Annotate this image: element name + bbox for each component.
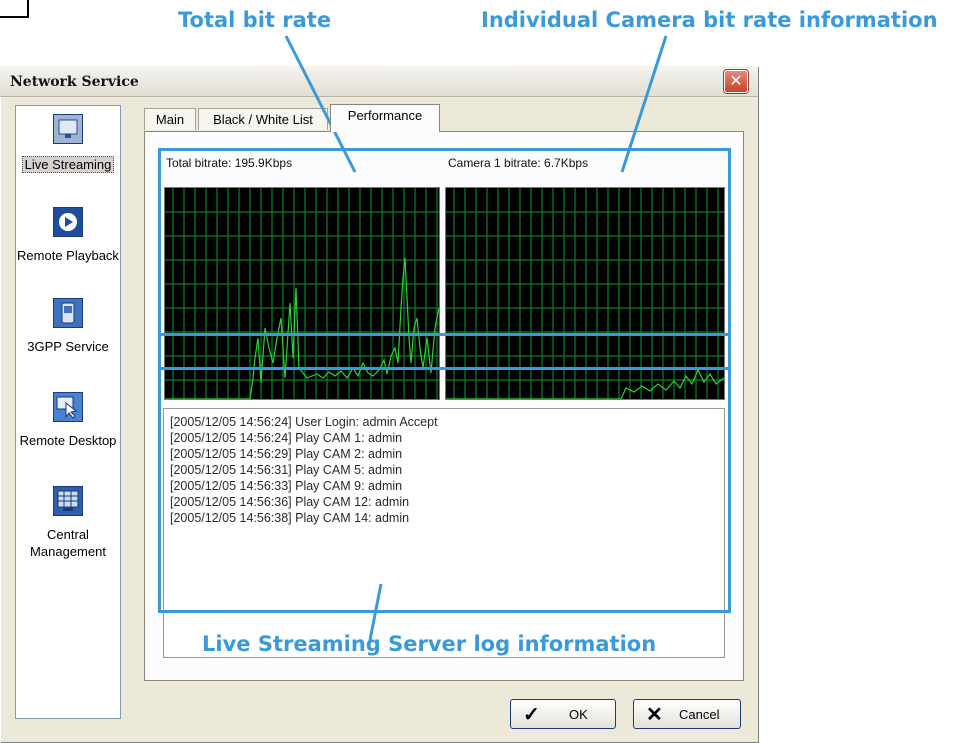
sidebar-item-label: Central Management bbox=[30, 527, 106, 559]
monitor-icon bbox=[53, 114, 83, 144]
mobile-phone-icon bbox=[53, 298, 83, 328]
grid-monitor-icon bbox=[53, 486, 83, 516]
play-icon bbox=[53, 207, 83, 237]
camera-bitrate-graph bbox=[445, 187, 725, 400]
log-line: [2005/12/05 14:56:36] Play CAM 12: admin bbox=[170, 495, 410, 509]
total-bitrate-label: Total bitrate: 195.9Kbps bbox=[166, 156, 293, 170]
server-log[interactable]: [2005/12/05 14:56:24] User Login: admin … bbox=[163, 408, 725, 658]
log-line: [2005/12/05 14:56:24] Play CAM 1: admin bbox=[170, 431, 403, 445]
remote-desktop-icon bbox=[53, 392, 83, 422]
callout-total-bitrate: Total bit rate bbox=[178, 8, 332, 32]
log-line: [2005/12/05 14:56:31] Play CAM 5: admin bbox=[170, 463, 403, 477]
camera-bitrate-label: Camera 1 bitrate: 6.7Kbps bbox=[448, 156, 589, 170]
tab-performance[interactable]: Performance bbox=[330, 104, 440, 132]
sidebar-item-label: Remote Desktop bbox=[19, 433, 117, 448]
tab-black-white-list[interactable]: Black / White List bbox=[198, 108, 328, 130]
tab-main[interactable]: Main bbox=[144, 108, 196, 130]
cancel-button[interactable]: ✕ Cancel bbox=[633, 699, 741, 729]
ok-button[interactable]: ✓ OK bbox=[510, 699, 616, 729]
x-icon: ✕ bbox=[646, 704, 663, 726]
corner-mark bbox=[0, 0, 29, 18]
callout-log-info: Live Streaming Server log information bbox=[202, 632, 657, 656]
total-bitrate-graph bbox=[164, 187, 440, 400]
callout-camera-bitrate: Individual Camera bit rate information bbox=[481, 8, 938, 32]
log-line: [2005/12/05 14:56:24] User Login: admin … bbox=[170, 415, 438, 429]
log-line: [2005/12/05 14:56:29] Play CAM 2: admin bbox=[170, 447, 403, 461]
service-sidebar: Live Streaming Remote Playback 3GPP Serv… bbox=[15, 105, 121, 719]
close-icon[interactable]: ✕ bbox=[724, 70, 748, 93]
log-line: [2005/12/05 14:56:33] Play CAM 9: admin bbox=[170, 479, 403, 493]
checkmark-icon: ✓ bbox=[523, 704, 540, 726]
sidebar-item-label: Remote Playback bbox=[17, 248, 119, 263]
sidebar-item-label: 3GPP Service bbox=[27, 339, 109, 354]
log-line: [2005/12/05 14:56:38] Play CAM 14: admin bbox=[170, 511, 410, 525]
window-title: Network Service bbox=[10, 74, 139, 90]
sidebar-item-label: Live Streaming bbox=[16, 156, 120, 173]
window-titlebar: Network Service bbox=[0, 66, 758, 97]
